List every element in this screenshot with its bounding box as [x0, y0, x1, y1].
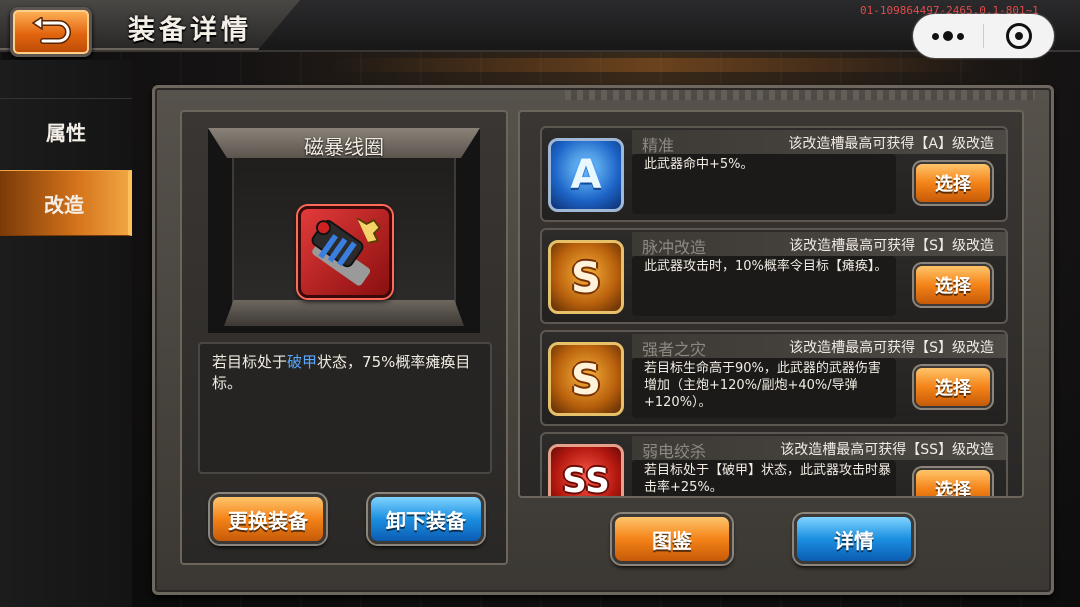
nav-item-label: 属性 — [46, 121, 86, 145]
select-button[interactable]: 选择 — [914, 162, 992, 204]
modification-slot-list[interactable]: A 精准 该改造槽最高可获得【A】级改造 此武器命中+5%。 选择 S 脉冲改造… — [518, 110, 1024, 498]
slot-grade-cap: 该改造槽最高可获得【S】级改造 — [789, 340, 994, 356]
slot-description: 若目标生命高于90%，此武器的武器伤害增加（主炮+120%/副炮+40%/导弹+… — [644, 361, 881, 410]
slot-name: 脉冲改造 — [642, 238, 707, 257]
grade-a-badge-icon: A — [548, 138, 624, 212]
description-text: 若目标处于 — [212, 353, 288, 371]
slot-description: 若目标处于【破甲】状态，此武器攻击时暴击率+25%。 — [644, 463, 892, 495]
details-button[interactable]: 详情 — [794, 514, 914, 564]
target-circle-icon — [1006, 23, 1032, 49]
dot-icon — [932, 32, 939, 40]
modification-slot: A 精准 该改造槽最高可获得【A】级改造 此武器命中+5%。 选择 — [540, 126, 1008, 222]
grade-s-badge-icon: S — [548, 240, 624, 314]
slot-name: 精准 — [642, 136, 675, 155]
button-label: 更换装备 — [228, 508, 308, 533]
slot-grade-cap: 该改造槽最高可获得【S】级改造 — [789, 238, 994, 254]
frame-decoration — [565, 90, 1035, 100]
equipment-description: 若目标处于破甲状态，75%概率瘫痪目标。 — [212, 352, 482, 394]
slot-description: 此武器命中+5%。 — [644, 157, 754, 172]
button-label: 图鉴 — [652, 528, 692, 553]
back-arrow-icon — [31, 17, 71, 44]
back-button[interactable] — [10, 7, 92, 57]
showcase-floor — [224, 300, 464, 326]
background-lights — [330, 58, 980, 72]
slot-grade-cap: 该改造槽最高可获得【A】级改造 — [788, 136, 994, 152]
grade-s-badge-icon: S — [548, 342, 624, 416]
select-button[interactable]: 选择 — [914, 366, 992, 408]
nav-item-label: 改造 — [44, 192, 84, 217]
modification-slot: S 强者之灾 该改造槽最高可获得【S】级改造 若目标生命高于90%，此武器的武器… — [540, 330, 1008, 426]
close-miniprogram-button[interactable] — [984, 14, 1054, 58]
catalog-button[interactable]: 图鉴 — [612, 514, 732, 564]
button-label: 卸下装备 — [386, 508, 466, 533]
slot-name: 弱电绞杀 — [642, 442, 707, 461]
miniprogram-capsule — [913, 14, 1054, 58]
modification-slot: S 脉冲改造 该改造槽最高可获得【S】级改造 此武器攻击时，10%概率令目标【瘫… — [540, 228, 1008, 324]
equipment-name: 磁暴线圈 — [304, 135, 384, 159]
button-label: 详情 — [834, 528, 874, 553]
slot-description: 此武器攻击时，10%概率令目标【瘫痪】。 — [644, 259, 888, 274]
replace-equipment-button[interactable]: 更换装备 — [210, 494, 326, 544]
more-menu-button[interactable] — [913, 14, 983, 58]
modification-slot: SS 弱电绞杀 该改造槽最高可获得【SS】级改造 若目标处于【破甲】状态，此武器… — [540, 432, 1008, 496]
nav-item-modify[interactable]: 改造 — [0, 170, 132, 236]
tesla-coil-weapon-icon[interactable] — [298, 206, 392, 298]
select-button[interactable]: 选择 — [914, 264, 992, 306]
slot-name: 强者之灾 — [642, 340, 707, 359]
dot-icon — [957, 32, 964, 40]
select-button[interactable]: 选择 — [914, 468, 992, 496]
grade-ss-badge-icon: SS — [548, 444, 624, 496]
nav-item-attributes[interactable]: 属性 — [0, 98, 132, 164]
description-keyword: 破甲 — [287, 353, 318, 371]
dot-icon — [943, 31, 953, 41]
unequip-button[interactable]: 卸下装备 — [368, 494, 484, 544]
page-title: 装备详情 — [128, 15, 252, 46]
slot-grade-cap: 该改造槽最高可获得【SS】级改造 — [780, 442, 994, 458]
